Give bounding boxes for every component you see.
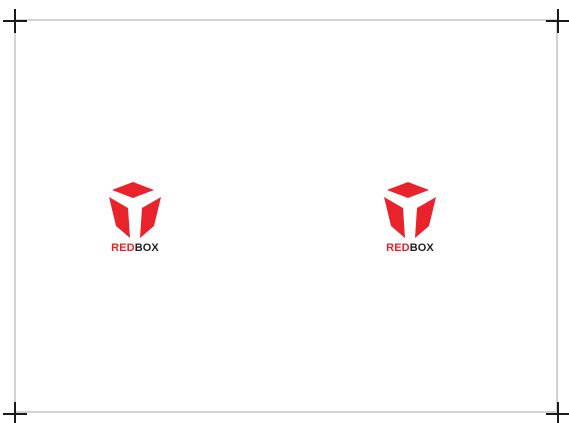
crop-mark-bottom-right (546, 402, 569, 423)
redbox-logo-right: REDBOX (370, 180, 450, 260)
wordmark-box: BOX (134, 242, 159, 254)
crop-mark-top-left (3, 9, 27, 33)
crop-mark-top-right (546, 9, 569, 33)
print-sheet: REDBOX REDBOX (0, 0, 569, 423)
redbox-wordmark: REDBOX (95, 242, 175, 254)
red-cube-icon (109, 182, 161, 238)
redbox-logo-left: REDBOX (95, 180, 175, 260)
wordmark-red: RED (386, 242, 410, 254)
wordmark-box: BOX (409, 242, 434, 254)
crop-mark-bottom-left (3, 402, 27, 423)
red-cube-icon (384, 182, 436, 238)
wordmark-red: RED (111, 242, 135, 254)
redbox-wordmark: REDBOX (370, 242, 450, 254)
